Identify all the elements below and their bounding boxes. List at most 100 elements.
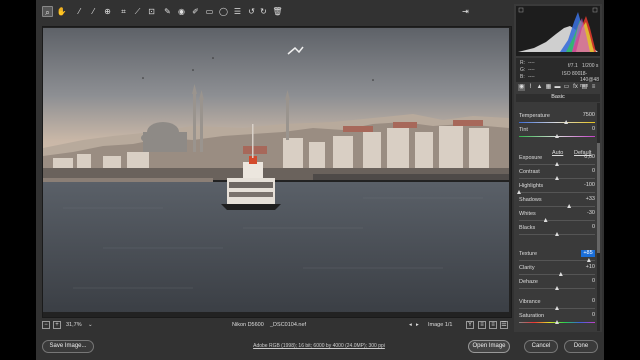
- open-object-icon[interactable]: ⇥: [460, 6, 471, 17]
- slider-track[interactable]: [519, 206, 595, 207]
- slider-value-input[interactable]: +10: [581, 264, 595, 271]
- zoom-out-icon[interactable]: −: [42, 321, 50, 329]
- spot-removal-icon[interactable]: ✎: [162, 6, 173, 17]
- slider-track[interactable]: [519, 220, 595, 221]
- workflow-options-link[interactable]: Adobe RGB (1998); 16 bit; 6000 by 4000 (…: [234, 343, 404, 349]
- before-after-swap-icon[interactable]: ≡: [489, 321, 497, 329]
- histogram-graph: [518, 7, 598, 52]
- trash-icon[interactable]: 🗑: [272, 6, 283, 17]
- slider-exposure[interactable]: Exposure 0,00: [519, 154, 595, 169]
- slider-value-input[interactable]: 0: [581, 312, 595, 319]
- calibration-tab-icon[interactable]: ▤: [581, 84, 588, 91]
- preview-image[interactable]: [43, 28, 509, 312]
- footer: Save Image... Adobe RGB (1998); 16 bit; …: [36, 336, 604, 360]
- before-after-y-icon[interactable]: Y: [466, 321, 474, 329]
- detail-tab-icon[interactable]: ▲: [536, 84, 543, 91]
- slider-contrast[interactable]: Contrast 0: [519, 168, 595, 183]
- slider-track[interactable]: [519, 274, 595, 275]
- zoom-dropdown-icon[interactable]: ⌄: [88, 322, 93, 328]
- preferences-icon[interactable]: ☰: [232, 6, 243, 17]
- camera-name: Nikon D5600: [232, 322, 264, 328]
- camera-raw-window: ⌕ ✋ ⁄ ⁄ ⊕ ⌗ ⟋ ⊡ ✎ ◉ ✐ ▭ ◯ ☰ ↺ ↻ 🗑 ⇥ − + …: [36, 0, 604, 360]
- slider-value-input[interactable]: +33: [581, 196, 595, 203]
- previous-image-icon[interactable]: ◂: [409, 322, 412, 328]
- red-eye-icon[interactable]: ◉: [176, 6, 187, 17]
- lens-corrections-tab-icon[interactable]: ▭: [563, 84, 570, 91]
- panel-scrollbar[interactable]: [597, 103, 600, 331]
- image-status-bar: − + 31,7% ⌄ Nikon D5600 _DSC0104.nef ◂ ▸…: [42, 320, 512, 332]
- slider-track[interactable]: [519, 192, 595, 193]
- slider-label: Tint: [519, 127, 528, 133]
- next-image-icon[interactable]: ▸: [416, 322, 419, 328]
- effects-tab-icon[interactable]: fx: [572, 84, 579, 91]
- hsl-tab-icon[interactable]: ▦: [545, 84, 552, 91]
- crop-tool-icon[interactable]: ⌗: [118, 6, 129, 17]
- slider-texture[interactable]: Texture +85: [519, 250, 595, 265]
- adjustment-brush-icon[interactable]: ✐: [190, 6, 201, 17]
- image-counter: Image 1/1: [428, 322, 453, 328]
- slider-track[interactable]: [519, 122, 595, 123]
- scrollbar-thumb[interactable]: [597, 143, 600, 253]
- slider-value-input[interactable]: 0: [581, 126, 595, 133]
- tone-curve-tab-icon[interactable]: ⌇: [527, 84, 534, 91]
- rotate-right-icon[interactable]: ↻: [258, 6, 269, 17]
- before-after-toggle-icon[interactable]: ≡: [478, 321, 486, 329]
- color-sampler-icon[interactable]: ⁄: [88, 6, 99, 17]
- targeted-adjustment-icon[interactable]: ⊕: [102, 6, 113, 17]
- zoom-tool-icon[interactable]: ⌕: [42, 6, 53, 17]
- slider-value-input[interactable]: -30: [581, 210, 595, 217]
- slider-shadows[interactable]: Shadows +33: [519, 196, 595, 211]
- camera-info: R: ---- G: ---- B: ---- f/7.1 1/200 s IS…: [516, 58, 600, 89]
- slider-value-input[interactable]: -100: [581, 182, 595, 189]
- basic-sliders: Temperature 7500 Tint 0 Exposure 0,00 Contrast…: [516, 103, 596, 331]
- save-image-button[interactable]: Save Image...: [42, 340, 94, 353]
- slider-dehaze[interactable]: Dehaze 0: [519, 278, 595, 293]
- default-button[interactable]: Default: [574, 150, 591, 156]
- slider-whites[interactable]: Whites -30: [519, 210, 595, 225]
- radial-filter-icon[interactable]: ◯: [218, 6, 229, 17]
- slider-track[interactable]: [519, 260, 595, 261]
- slider-value-input[interactable]: 0: [581, 168, 595, 175]
- g-label: G:: [520, 67, 526, 73]
- slider-label: Clarity: [519, 265, 535, 271]
- iso: ISO 800: [562, 71, 581, 77]
- open-image-button[interactable]: Open Image: [468, 340, 510, 353]
- slider-saturation[interactable]: Saturation 0: [519, 312, 595, 327]
- hand-tool-icon[interactable]: ✋: [56, 6, 67, 17]
- split-toning-tab-icon[interactable]: ▬: [554, 84, 561, 91]
- slider-value-input[interactable]: 0: [581, 278, 595, 285]
- slider-blacks[interactable]: Blacks 0: [519, 224, 595, 239]
- slider-label: Dehaze: [519, 279, 538, 285]
- slider-vibrance[interactable]: Vibrance 0: [519, 298, 595, 313]
- panel-title: Basic: [516, 94, 600, 102]
- auto-button[interactable]: Auto: [552, 150, 563, 156]
- basic-tab-icon[interactable]: ◉: [518, 84, 525, 91]
- slider-label: Saturation: [519, 313, 545, 319]
- rotate-left-icon[interactable]: ↺: [246, 6, 257, 17]
- slider-value-input[interactable]: 7500: [581, 112, 595, 119]
- zoom-in-icon[interactable]: +: [53, 321, 61, 329]
- presets-tab-icon[interactable]: ≡: [590, 84, 597, 91]
- istanbul-harbor-photo: [43, 28, 509, 312]
- slider-temperature[interactable]: Temperature 7500: [519, 112, 595, 127]
- zoom-level[interactable]: 31,7%: [66, 322, 82, 328]
- straighten-tool-icon[interactable]: ⟋: [132, 6, 143, 17]
- white-balance-tool-icon[interactable]: ⁄: [74, 6, 85, 17]
- slider-highlights[interactable]: Highlights -100: [517, 182, 595, 197]
- slider-label: Temperature: [519, 113, 550, 119]
- filmstrip-icon[interactable]: ☰: [500, 321, 508, 329]
- cancel-button[interactable]: Cancel: [524, 340, 558, 353]
- g-value: ----: [528, 67, 535, 73]
- graduated-filter-icon[interactable]: ▭: [204, 6, 215, 17]
- slider-tint[interactable]: Tint 0: [519, 126, 595, 141]
- slider-label: Highlights: [519, 183, 544, 189]
- slider-value-input[interactable]: 0: [581, 224, 595, 231]
- slider-label: Contrast: [519, 169, 540, 175]
- slider-value-input[interactable]: +85: [581, 250, 595, 257]
- aperture: f/7.1: [568, 63, 578, 69]
- r-value: ----: [528, 60, 535, 66]
- transform-tool-icon[interactable]: ⊡: [146, 6, 157, 17]
- done-button[interactable]: Done: [564, 340, 598, 353]
- slider-clarity[interactable]: Clarity +10: [519, 264, 595, 279]
- slider-value-input[interactable]: 0: [581, 298, 595, 305]
